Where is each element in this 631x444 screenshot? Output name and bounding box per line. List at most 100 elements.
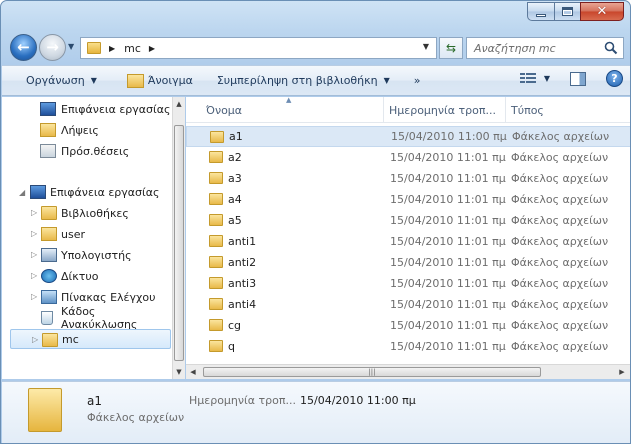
caption-buttons: ✕ — [527, 2, 624, 21]
file-type: Φάκελος αρχείων — [511, 214, 609, 227]
breadcrumb-chevron-icon[interactable]: ▶ — [109, 44, 115, 53]
nav-label: Δίκτυο — [61, 269, 99, 283]
file-name: a1 — [229, 130, 243, 143]
navigation-bar: ← → ▼ ▶ mc ▶ ▼ ⇆ Αναζήτηση mc — [7, 31, 627, 63]
nav-label: mc — [62, 332, 79, 346]
recent-pages-dropdown[interactable]: ▼ — [68, 42, 74, 51]
downloads-icon — [40, 123, 56, 137]
column-name[interactable]: ▲ Όνομα — [186, 96, 384, 123]
file-name: anti2 — [228, 256, 257, 269]
column-date-label: Ημερομηνία τροπ... — [389, 103, 496, 117]
file-row[interactable]: a4 15/04/2010 11:01 πμ Φάκελος αρχείων — [186, 189, 630, 210]
nav-tree-recycle-bin[interactable]: Κάδος Ανακύκλωσης — [2, 305, 172, 331]
nav-favorite-desktop[interactable]: Επιφάνεια εργασίας — [2, 99, 172, 119]
file-name: a5 — [228, 214, 242, 227]
organize-button[interactable]: Οργάνωση ▼ — [20, 70, 103, 92]
nav-tree-desktop[interactable]: ◢ Επιφάνεια εργασίας — [2, 182, 172, 202]
file-row[interactable]: anti2 15/04/2010 11:01 πμ Φάκελος αρχείω… — [186, 252, 630, 273]
search-icon[interactable] — [604, 41, 618, 55]
column-date[interactable]: Ημερομηνία τροπ... — [384, 97, 506, 123]
nav-tree-control-panel[interactable]: ▷ Πίνακας Ελέγχου — [2, 287, 172, 307]
library-icon — [41, 206, 57, 220]
file-type: Φάκελος αρχείων — [511, 298, 609, 311]
file-name: a2 — [228, 151, 242, 164]
scroll-thumb[interactable] — [174, 125, 184, 361]
more-commands-button[interactable]: » — [408, 70, 427, 92]
nav-tree-network[interactable]: ▷ Δίκτυο — [2, 266, 172, 286]
file-date: 15/04/2010 11:01 πμ — [390, 214, 506, 227]
nav-tree-libraries[interactable]: ▷ Βιβλιοθήκες — [2, 203, 172, 223]
explorer-window: ✕ ← → ▼ ▶ mc ▶ ▼ ⇆ Αναζήτηση mc Οργάνωση… — [0, 0, 631, 444]
nav-tree-mc[interactable]: ▷ mc — [10, 329, 171, 349]
preview-pane-icon[interactable] — [570, 71, 586, 86]
nav-label: user — [61, 227, 85, 241]
file-row[interactable]: a1 15/04/2010 11:00 πμ Φάκελος αρχείων — [186, 126, 630, 147]
scroll-up-icon[interactable]: ▲ — [173, 97, 185, 111]
file-row[interactable]: a2 15/04/2010 11:01 πμ Φάκελος αρχείων — [186, 147, 630, 168]
file-type: Φάκελος αρχείων — [511, 151, 609, 164]
expand-icon[interactable]: ▷ — [31, 271, 37, 280]
search-input[interactable]: Αναζήτηση mc — [466, 37, 624, 59]
expand-icon[interactable]: ▷ — [31, 208, 37, 217]
file-row[interactable]: a5 15/04/2010 11:01 πμ Φάκελος αρχείων — [186, 210, 630, 231]
expand-icon[interactable]: ▷ — [31, 250, 37, 259]
file-row[interactable]: q 15/04/2010 11:01 πμ Φάκελος αρχείων — [186, 336, 630, 357]
file-row[interactable]: cg 15/04/2010 11:01 πμ Φάκελος αρχείων — [186, 315, 630, 336]
nav-label: Επιφάνεια εργασίας — [61, 102, 171, 116]
help-icon[interactable]: ? — [606, 70, 623, 87]
scroll-down-icon[interactable]: ▼ — [173, 365, 185, 379]
file-date: 15/04/2010 11:01 πμ — [390, 340, 506, 353]
folder-icon — [209, 277, 223, 289]
maximize-button[interactable] — [554, 2, 580, 21]
chevron-down-icon: ▼ — [90, 76, 97, 85]
chevron-down-icon: ▼ — [383, 76, 390, 85]
chevron-down-icon: ▼ — [543, 74, 550, 83]
breadcrumb-chevron-icon[interactable]: ▶ — [149, 44, 155, 53]
close-button[interactable]: ✕ — [580, 2, 624, 21]
minimize-button[interactable] — [527, 2, 554, 21]
file-type: Φάκελος αρχείων — [511, 277, 609, 290]
file-horizontal-scrollbar[interactable]: ◀ ||| ▶ — [186, 364, 630, 379]
open-button[interactable]: Άνοιγμα — [121, 70, 199, 92]
file-row[interactable]: a3 15/04/2010 11:01 πμ Φάκελος αρχείων — [186, 168, 630, 189]
file-type: Φάκελος αρχείων — [511, 256, 609, 269]
breadcrumb-segment[interactable]: mc — [124, 42, 141, 55]
folder-icon — [209, 235, 223, 247]
maximize-icon — [562, 7, 573, 16]
nav-favorite-downloads[interactable]: Λήψεις — [2, 120, 172, 140]
back-button[interactable]: ← — [10, 34, 37, 61]
address-bar[interactable]: ▶ mc ▶ ▼ — [80, 37, 437, 59]
organize-label: Οργάνωση — [26, 74, 85, 87]
scroll-left-icon[interactable]: ◀ — [186, 365, 200, 379]
nav-vertical-scrollbar[interactable]: ▲ ▼ — [172, 97, 185, 379]
include-in-library-button[interactable]: Συμπερίληψη στη βιβλιοθήκη ▼ — [211, 70, 396, 92]
change-view-button[interactable]: ▼ — [519, 72, 550, 85]
file-row[interactable]: anti1 15/04/2010 11:01 πμ Φάκελος αρχείω… — [186, 231, 630, 252]
scroll-right-icon[interactable]: ▶ — [615, 365, 629, 379]
expand-icon[interactable]: ▷ — [31, 229, 37, 238]
file-date: 15/04/2010 11:01 πμ — [390, 298, 506, 311]
details-date-label: Ημερομηνία τροπ... — [189, 394, 296, 407]
expand-icon[interactable]: ▷ — [32, 335, 38, 344]
column-type[interactable]: Τύπος — [506, 97, 630, 123]
details-name: a1 — [87, 394, 102, 408]
file-name: cg — [228, 319, 242, 332]
refresh-button[interactable]: ⇆ — [439, 37, 463, 59]
nav-favorite-recent[interactable]: Πρόσ.θέσεις — [2, 141, 172, 161]
command-bar: Οργάνωση ▼ Άνοιγμα Συμπερίληψη στη βιβλι… — [2, 65, 630, 96]
nav-label: Υπολογιστής — [61, 248, 132, 262]
file-row[interactable]: anti3 15/04/2010 11:01 πμ Φάκελος αρχείω… — [186, 273, 630, 294]
address-dropdown-icon[interactable]: ▼ — [423, 42, 429, 51]
file-row[interactable]: anti4 15/04/2010 11:01 πμ Φάκελος αρχείω… — [186, 294, 630, 315]
nav-tree-computer[interactable]: ▷ Υπολογιστής — [2, 245, 172, 265]
sort-ascending-icon: ▲ — [286, 96, 292, 104]
toolbar-right: ▼ ? — [519, 70, 623, 87]
nav-tree-user[interactable]: ▷ user — [2, 224, 172, 244]
network-icon — [41, 269, 57, 283]
expand-icon[interactable]: ▷ — [31, 292, 37, 301]
file-name: a4 — [228, 193, 242, 206]
scroll-thumb[interactable]: ||| — [203, 367, 541, 377]
collapse-icon[interactable]: ◢ — [19, 188, 25, 197]
file-name: anti4 — [228, 298, 257, 311]
forward-button[interactable]: → — [39, 34, 66, 61]
